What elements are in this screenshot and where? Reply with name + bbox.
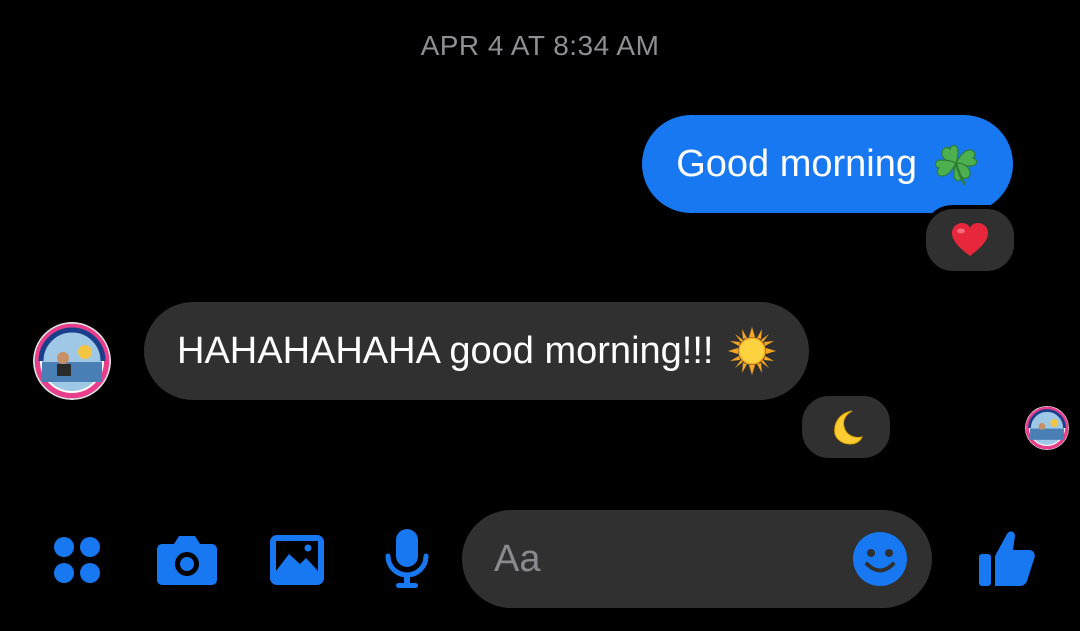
sun-icon (727, 326, 777, 376)
message-timestamp: APR 4 AT 8:34 AM (420, 30, 660, 61)
camera-icon (157, 536, 217, 585)
reaction-badge[interactable] (798, 392, 894, 462)
image-icon (270, 535, 324, 585)
microphone-icon (385, 529, 429, 588)
gallery-button[interactable] (268, 533, 326, 587)
emoji-button[interactable] (851, 530, 909, 588)
reaction-badge[interactable] (922, 205, 1018, 275)
seen-avatar (1025, 406, 1069, 450)
outgoing-message-bubble[interactable]: Good morning (642, 115, 1013, 213)
message-text: HAHAHAHAHA good morning!!! (177, 329, 714, 372)
incoming-message-bubble[interactable]: HAHAHAHAHA good morning!!! (144, 302, 810, 400)
four-leaf-clover-icon (931, 139, 981, 189)
menu-button[interactable] (48, 531, 106, 589)
menu-icon (54, 537, 100, 583)
message-input[interactable] (494, 510, 834, 608)
heart-icon (952, 223, 988, 256)
emoji-icon (853, 532, 907, 586)
thumbs-up-icon (979, 531, 1035, 586)
chat-screen: APR 4 AT 8:34 AM Good morning HAHAHAHAHA… (0, 0, 1080, 631)
contact-avatar[interactable] (33, 322, 111, 400)
message-text: Good morning (676, 142, 917, 185)
like-button[interactable] (976, 527, 1038, 589)
crescent-moon-icon (834, 410, 863, 445)
camera-button[interactable] (155, 531, 219, 589)
message-composer[interactable] (462, 510, 932, 608)
voice-button[interactable] (383, 527, 431, 591)
